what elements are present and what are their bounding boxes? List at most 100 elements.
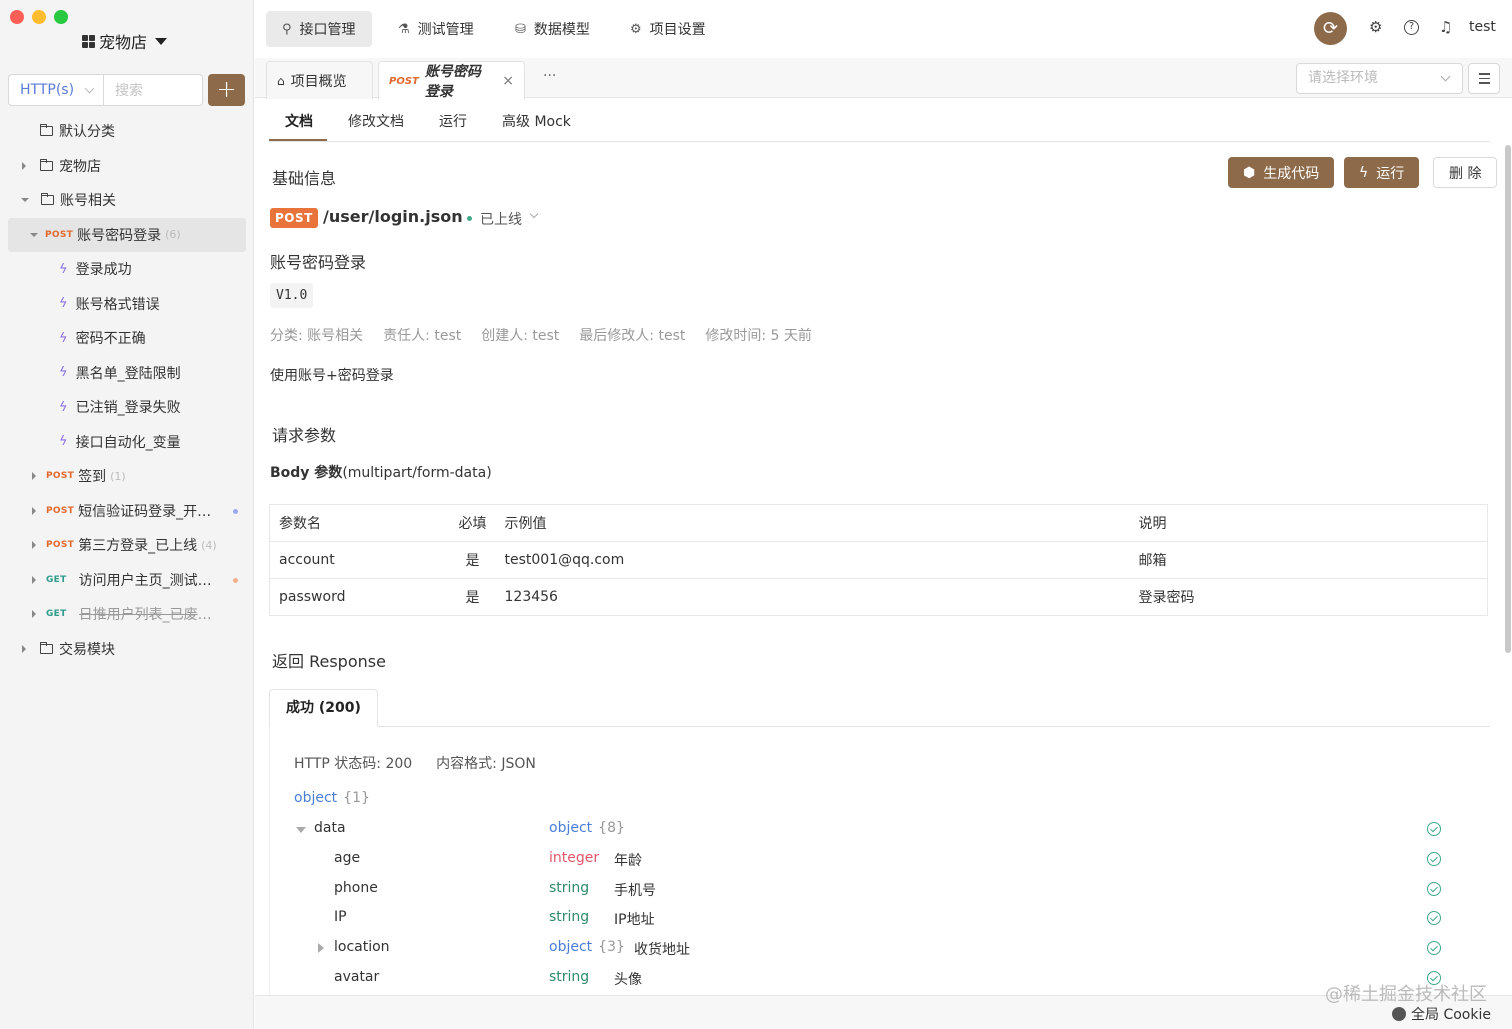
sync-button[interactable]: ⟳ (1314, 12, 1347, 45)
subtab-run[interactable]: 运行 (439, 111, 467, 131)
column-header: 说明 (1129, 504, 1488, 542)
tree-folder-label: 账号相关 (60, 193, 116, 210)
close-window-button[interactable] (10, 10, 24, 24)
minimize-window-button[interactable] (32, 10, 46, 24)
expand-icon[interactable] (22, 644, 26, 653)
tree-folder-default[interactable]: 默认分类 (8, 114, 246, 149)
schema-field-row[interactable]: IP string IP地址 (294, 909, 1444, 939)
expand-icon[interactable] (22, 161, 26, 170)
table-row: account 是 test001@qq.com 邮箱 (269, 541, 1488, 579)
schema-field-row[interactable]: age integer 年龄 (294, 850, 1444, 880)
check-circle-icon (1427, 911, 1441, 925)
tree-case[interactable]: ϟ 账号格式错误 (8, 287, 246, 322)
search-input[interactable] (103, 74, 203, 106)
expand-icon[interactable] (32, 541, 36, 550)
field-name: data (314, 820, 346, 836)
more-tabs-icon[interactable]: ··· (543, 68, 556, 84)
tree-case[interactable]: ϟ 密码不正确 (8, 321, 246, 356)
schema-field-row[interactable]: phone string 手机号 (294, 880, 1444, 910)
tab-test-management[interactable]: ⚗ 测试管理 (382, 11, 490, 47)
params-table: 参数名 必填 示例值 说明 account 是 test001@qq.com 邮… (269, 504, 1488, 616)
status-dot (233, 508, 238, 514)
schema-field-row[interactable]: data object {8} (294, 820, 1444, 850)
status-dot (233, 577, 238, 583)
vertical-scrollbar[interactable] (1505, 145, 1511, 653)
user-name[interactable]: test (1469, 19, 1496, 35)
tab-api-management[interactable]: ⚲ 接口管理 (266, 11, 372, 47)
folder-icon (40, 124, 53, 137)
field-description: IP地址 (614, 912, 655, 928)
tab-active-api[interactable]: POST 账号密码登录 × (378, 61, 525, 100)
tab-project-settings[interactable]: ⚙ 项目设置 (614, 11, 722, 47)
tree-api[interactable]: POST 短信验证码登录_开发... (8, 494, 246, 529)
column-header: 参数名 (269, 504, 450, 542)
schema-field-row[interactable]: location object {3} 收货地址 (294, 939, 1444, 969)
environment-placeholder: 请选择环境 (1308, 70, 1378, 86)
bell-icon[interactable]: ♫ (1439, 18, 1452, 36)
field-name: age (334, 850, 361, 866)
cube-icon: ⬢ (1243, 164, 1256, 181)
param-description: 邮箱 (1129, 541, 1488, 579)
tree-api-active[interactable]: POST 账号密码登录 (6) (8, 217, 246, 252)
add-button[interactable]: + (208, 74, 245, 106)
tab-data-model[interactable]: ⛁ 数据模型 (499, 11, 606, 47)
api-description: 使用账号+密码登录 (270, 368, 394, 384)
api-status-select[interactable]: 已上线 (480, 209, 522, 229)
tree-case[interactable]: ϟ 接口自动化_变量 (8, 425, 246, 460)
method-label: POST (46, 540, 75, 551)
tab-label: 账号密码登录 (424, 64, 481, 100)
tree-folder-trade[interactable]: 交易模块 (8, 632, 246, 667)
settings-gear-icon[interactable]: ⚙ (1369, 18, 1382, 36)
folder-open-icon (41, 193, 54, 206)
button-label: 生成代码 (1263, 165, 1320, 182)
subtab-edit-docs[interactable]: 修改文档 (348, 111, 404, 131)
meta-creator: 创建人: test (481, 328, 560, 344)
list-menu-button[interactable] (1468, 63, 1500, 94)
global-cookie-button[interactable]: 全局 Cookie (1392, 1004, 1491, 1024)
environment-select[interactable]: 请选择环境 (1296, 63, 1463, 94)
help-icon[interactable]: ? (1404, 20, 1419, 35)
tree-folder-petshop[interactable]: 宠物店 (8, 149, 246, 184)
subtab-docs[interactable]: 文档 (285, 111, 313, 131)
tree-case[interactable]: ϟ 黑名单_登陆限制 (8, 356, 246, 391)
expand-icon[interactable] (32, 506, 36, 515)
run-button[interactable]: ϟ 运行 (1344, 157, 1420, 188)
generate-code-button[interactable]: ⬢ 生成代码 (1228, 157, 1335, 188)
param-description: 登录密码 (1138, 590, 1195, 606)
expand-icon[interactable] (318, 943, 324, 953)
cookie-label: 全局 Cookie (1411, 1007, 1491, 1023)
tree-api[interactable]: POST 签到 (1) (8, 459, 246, 494)
meta-last-editor: 最后修改人: test (579, 328, 686, 344)
subtab-advanced-mock[interactable]: 高级 Mock (502, 111, 571, 131)
chevron-down-icon[interactable] (529, 209, 539, 219)
expand-icon[interactable] (32, 610, 36, 619)
watermark: @稀土掘金技术社区 (1325, 984, 1487, 1005)
request-params-title: 请求参数 (272, 426, 337, 445)
tree-api[interactable]: GET 访问用户主页_测试中... (8, 563, 246, 598)
expand-icon[interactable] (32, 472, 36, 481)
tab-project-overview[interactable]: ⌂ 项目概览 (266, 61, 373, 99)
case-name: 账号格式错误 (75, 296, 160, 313)
expand-icon[interactable] (32, 575, 36, 584)
project-switcher[interactable]: 宠物店 (82, 29, 168, 53)
collapse-icon[interactable] (30, 232, 38, 237)
close-icon[interactable]: × (502, 73, 514, 89)
delete-button[interactable]: 删 除 (1433, 157, 1498, 188)
cookie-icon (1392, 1007, 1406, 1021)
tree-api[interactable]: GET 日推用户列表_已废弃... (8, 597, 246, 632)
tree-case[interactable]: ϟ 登录成功 (8, 252, 246, 287)
case-name: 密码不正确 (75, 331, 146, 348)
tree-case[interactable]: ϟ 已注销_登录失败 (8, 390, 246, 425)
field-name: IP (334, 909, 347, 925)
field-description: 手机号 (614, 883, 656, 899)
collapse-icon[interactable] (296, 827, 306, 833)
collapse-icon[interactable] (21, 198, 29, 203)
protocol-select[interactable]: HTTP(s) (8, 74, 103, 106)
tree-api[interactable]: POST 第三方登录_已上线 (4) (8, 528, 246, 563)
meta-category: 分类: 账号相关 (270, 328, 364, 344)
maximize-window-button[interactable] (54, 10, 68, 24)
schema-field-row[interactable]: avatar string 头像 (294, 969, 1444, 995)
tree-folder-account[interactable]: 账号相关 (8, 183, 246, 218)
response-tab-success[interactable]: 成功 (200) (269, 689, 378, 727)
case-name: 登录成功 (75, 262, 132, 279)
